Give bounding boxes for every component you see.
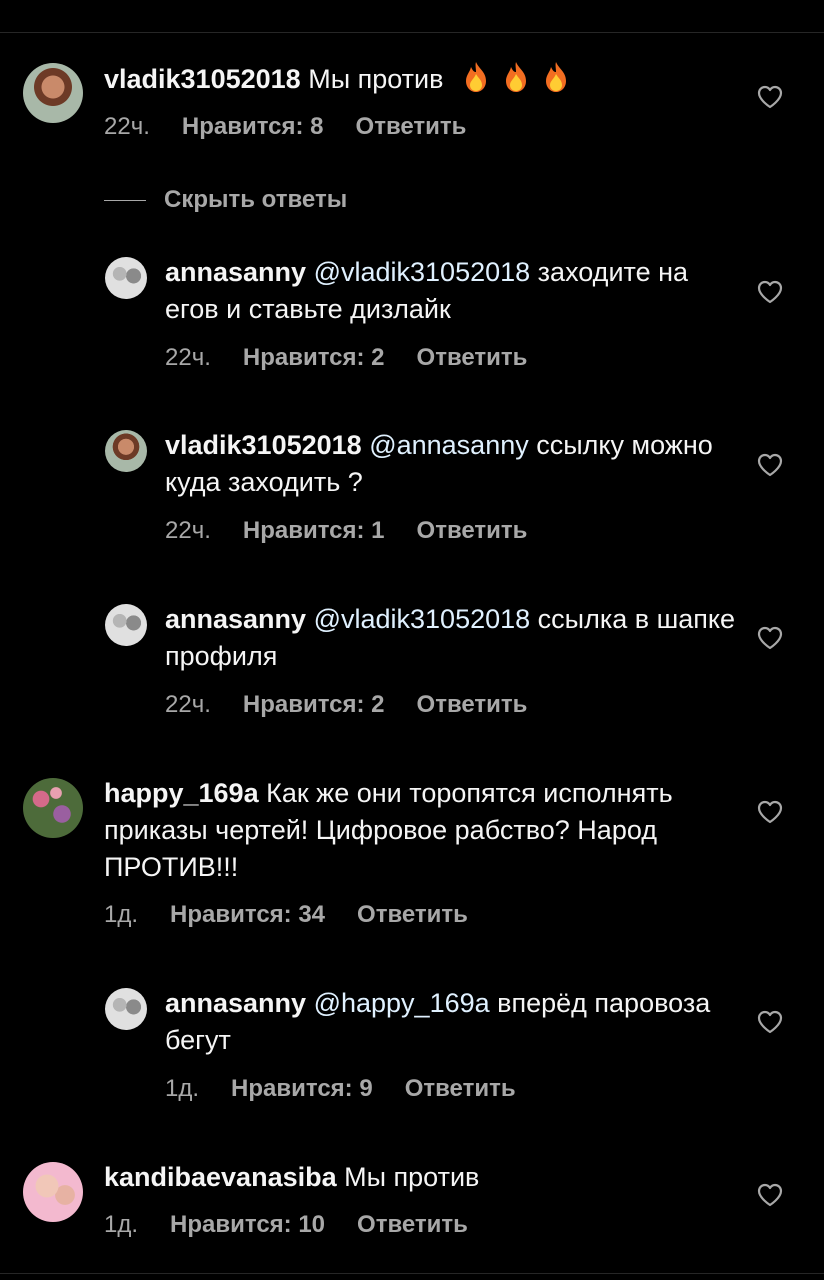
comment-text: vladik31052018 @annasanny ссылку можно к… bbox=[165, 427, 740, 501]
likes-count[interactable]: Нравится: 8 bbox=[182, 113, 324, 140]
mention-link[interactable]: @happy_169a bbox=[314, 988, 490, 1018]
likes-count[interactable]: Нравится: 2 bbox=[243, 691, 385, 718]
heart-icon[interactable] bbox=[757, 1183, 783, 1207]
heart-icon[interactable] bbox=[757, 626, 783, 650]
likes-count[interactable]: Нравится: 2 bbox=[243, 344, 385, 371]
comment-text: annasanny @vladik31052018 заходите на ег… bbox=[165, 254, 740, 328]
mention-link[interactable]: @vladik31052018 bbox=[314, 257, 531, 287]
timestamp: 1д. bbox=[104, 901, 139, 928]
reply-button[interactable]: Ответить bbox=[356, 113, 467, 140]
username[interactable]: annasanny bbox=[165, 604, 306, 634]
comment-meta: 1д. Нравится: 34 Ответить bbox=[104, 901, 468, 929]
username[interactable]: annasanny bbox=[165, 988, 306, 1018]
mention-link[interactable]: @annasanny bbox=[369, 430, 529, 460]
comment-text: annasanny @vladik31052018 ссылка в шапке… bbox=[165, 601, 740, 675]
avatar[interactable] bbox=[23, 778, 83, 838]
likes-count[interactable]: Нравится: 34 bbox=[170, 901, 325, 928]
hide-replies-label: Скрыть ответы bbox=[164, 186, 348, 213]
username[interactable]: kandibaevanasiba bbox=[104, 1162, 337, 1192]
comment-text: happy_169a Как же они торопятся исполнят… bbox=[104, 775, 724, 886]
reply-button[interactable]: Ответить bbox=[405, 1075, 516, 1102]
fire-icon bbox=[545, 62, 566, 92]
avatar[interactable] bbox=[23, 1162, 83, 1222]
reply-button[interactable]: Ответить bbox=[417, 691, 528, 718]
timestamp: 22ч. bbox=[165, 517, 211, 544]
reply-button[interactable]: Ответить bbox=[357, 1211, 468, 1238]
hide-replies-button[interactable]: Скрыть ответы bbox=[104, 186, 347, 214]
fire-icon bbox=[505, 62, 526, 92]
avatar[interactable] bbox=[105, 430, 147, 472]
comment-meta: 22ч. Нравится: 1 Ответить bbox=[165, 517, 527, 545]
divider-dash bbox=[104, 200, 146, 202]
likes-count[interactable]: Нравится: 10 bbox=[170, 1211, 325, 1238]
timestamp: 22ч. bbox=[165, 344, 211, 371]
comment-meta: 22ч. Нравится: 2 Ответить bbox=[165, 691, 527, 719]
avatar[interactable] bbox=[105, 257, 147, 299]
timestamp: 22ч. bbox=[104, 113, 150, 140]
comment-meta: 1д. Нравится: 9 Ответить bbox=[165, 1075, 516, 1103]
username[interactable]: happy_169a bbox=[104, 778, 259, 808]
username[interactable]: vladik31052018 bbox=[165, 430, 362, 460]
timestamp: 1д. bbox=[104, 1211, 139, 1238]
comment-text: vladik31052018 Мы против bbox=[104, 60, 724, 98]
avatar[interactable] bbox=[23, 63, 83, 123]
likes-count[interactable]: Нравится: 1 bbox=[243, 517, 385, 544]
username[interactable]: vladik31052018 bbox=[104, 64, 301, 94]
username[interactable]: annasanny bbox=[165, 257, 306, 287]
reply-button[interactable]: Ответить bbox=[417, 517, 528, 544]
mention-link[interactable]: @vladik31052018 bbox=[314, 604, 531, 634]
heart-icon[interactable] bbox=[757, 800, 783, 824]
bottom-divider bbox=[0, 1273, 824, 1274]
comment-meta: 1д. Нравится: 10 Ответить bbox=[104, 1211, 468, 1239]
comment-text: kandibaevanasiba Мы против bbox=[104, 1159, 724, 1196]
timestamp: 22ч. bbox=[165, 691, 211, 718]
timestamp: 1д. bbox=[165, 1075, 200, 1102]
heart-icon[interactable] bbox=[757, 280, 783, 304]
heart-icon[interactable] bbox=[757, 453, 783, 477]
top-divider bbox=[0, 32, 824, 33]
fire-icon bbox=[465, 62, 486, 92]
comment-text: annasanny @happy_169a вперёд паровоза бе… bbox=[165, 985, 740, 1059]
likes-count[interactable]: Нравится: 9 bbox=[231, 1075, 373, 1102]
comment-body: Мы против bbox=[344, 1162, 480, 1192]
avatar[interactable] bbox=[105, 988, 147, 1030]
comment-body: Мы против bbox=[308, 64, 444, 94]
avatar[interactable] bbox=[105, 604, 147, 646]
reply-button[interactable]: Ответить bbox=[357, 901, 468, 928]
comment-meta: 22ч. Нравится: 8 Ответить bbox=[104, 113, 466, 141]
reply-button[interactable]: Ответить bbox=[417, 344, 528, 371]
heart-icon[interactable] bbox=[757, 85, 783, 109]
comment-meta: 22ч. Нравится: 2 Ответить bbox=[165, 344, 527, 372]
heart-icon[interactable] bbox=[757, 1010, 783, 1034]
